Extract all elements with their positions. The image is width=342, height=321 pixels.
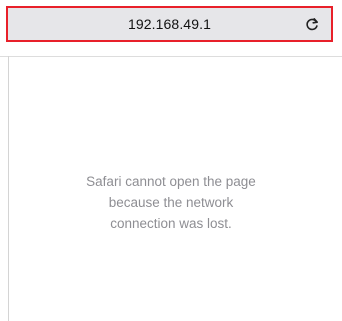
- url-text[interactable]: 192.168.49.1: [8, 8, 331, 40]
- left-edge-line: [8, 56, 9, 321]
- reload-icon[interactable]: [304, 16, 320, 32]
- address-bar[interactable]: 192.168.49.1: [6, 6, 333, 42]
- error-message: Safari cannot open the page because the …: [86, 174, 256, 231]
- reload-button[interactable]: [303, 15, 321, 33]
- browser-toolbar: 192.168.49.1: [0, 0, 342, 52]
- toolbar-divider: [0, 56, 342, 57]
